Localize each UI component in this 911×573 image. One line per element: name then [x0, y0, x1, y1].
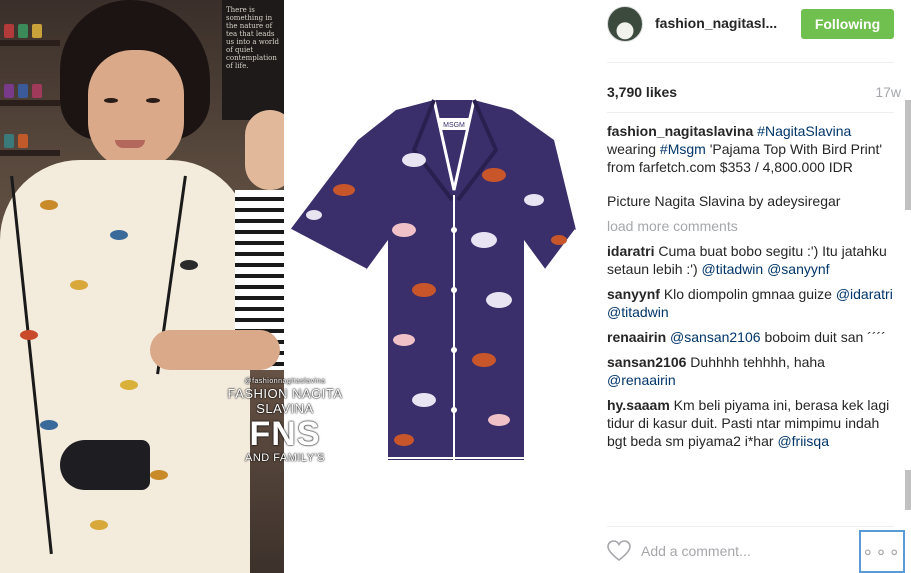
- caption-text: wearing: [607, 141, 657, 157]
- bird-print: [180, 260, 198, 270]
- hashtag-link[interactable]: #Msgm: [660, 141, 706, 157]
- smile: [115, 140, 145, 148]
- eye: [104, 98, 118, 103]
- scrollbar[interactable]: [905, 0, 911, 573]
- comment-input[interactable]: [641, 541, 851, 561]
- comment-bar: ∘∘∘: [592, 530, 911, 573]
- tea-tin: [18, 24, 28, 38]
- comment-text: Duhhhh tehhhh, haha: [690, 354, 825, 370]
- mention-link[interactable]: @renaairin: [607, 372, 676, 388]
- hashtag-link[interactable]: #NagitaSlavina: [757, 123, 851, 139]
- arm: [150, 330, 280, 370]
- tea-tin: [32, 84, 42, 98]
- more-options-button[interactable]: ∘∘∘: [859, 530, 905, 573]
- shelf: [0, 40, 60, 46]
- scrollbar-thumb[interactable]: [905, 100, 911, 210]
- shirt-label-text: MSGM: [443, 122, 465, 129]
- tea-tin: [4, 84, 14, 98]
- mention-link[interactable]: @idaratri: [836, 286, 893, 302]
- mention-link[interactable]: @sansan2106: [670, 329, 761, 345]
- post-age[interactable]: 17w: [875, 84, 901, 100]
- tea-tin: [32, 24, 42, 38]
- caption-username[interactable]: fashion_nagitaslavina: [607, 123, 753, 139]
- list-item: idaratri Cuma buat bobo segitu :') Itu j…: [607, 242, 894, 278]
- mention-link[interactable]: @friisqa: [777, 433, 829, 449]
- tea-tin: [18, 84, 28, 98]
- post-header: fashion_nagitasl... Following: [592, 0, 911, 62]
- likes-count[interactable]: 3,790 likes: [607, 84, 677, 100]
- bird-print: [40, 200, 58, 210]
- tea-tin: [4, 24, 14, 38]
- product-shirt-image: MSGM: [284, 0, 592, 573]
- comment-username[interactable]: sanyynf: [607, 286, 660, 302]
- scrollbar-thumb[interactable]: [905, 470, 911, 510]
- bird-print: [110, 230, 128, 240]
- child-head: [245, 110, 284, 190]
- shelf: [0, 100, 60, 106]
- comment-username[interactable]: idaratri: [607, 243, 654, 259]
- comment-username[interactable]: hy.saaam: [607, 397, 670, 413]
- bird-print: [70, 280, 88, 290]
- tea-tin: [18, 134, 28, 148]
- comment-text: Klo diompolin gmnaa guize: [663, 286, 832, 302]
- avatar[interactable]: [607, 6, 643, 42]
- divider: [607, 526, 894, 527]
- watermark: @fashionnagitaslavina FASHION NAGITA SLA…: [200, 378, 370, 464]
- post-sidebar: fashion_nagitasl... Following 3,790 like…: [592, 0, 911, 573]
- emoji-placeholder: ´´´´: [867, 329, 886, 345]
- watermark-name: FASHION NAGITA SLAVINA: [227, 386, 343, 416]
- shelf: [0, 150, 60, 156]
- bird-print: [150, 470, 168, 480]
- watermark-family: AND FAMILY'S: [244, 452, 326, 464]
- caption-credit: Picture Nagita Slavina by adeysiregar: [607, 192, 894, 210]
- list-item: renaairin @sansan2106 boboim duit san ´´…: [607, 328, 894, 346]
- list-item: sanyynf Klo diompolin gmnaa guize @idara…: [607, 285, 894, 321]
- caption: fashion_nagitaslavina #NagitaSlavina wea…: [607, 122, 894, 176]
- bird-print: [120, 380, 138, 390]
- mention-link[interactable]: @titadwin: [702, 261, 764, 277]
- post-photo[interactable]: There is something in the nature of tea …: [0, 0, 592, 573]
- watermark-handle: @fashionnagitaslavina: [244, 378, 326, 385]
- child-shoe: [60, 440, 150, 490]
- heart-outline-icon[interactable]: [607, 540, 631, 562]
- tea-tin: [4, 134, 14, 148]
- comment-username[interactable]: sansan2106: [607, 354, 686, 370]
- mention-link[interactable]: @sanyynf: [767, 261, 829, 277]
- quote-board: There is something in the nature of tea …: [222, 0, 284, 120]
- comment-text: boboim duit san: [764, 329, 864, 345]
- mention-link[interactable]: @titadwin: [607, 304, 669, 320]
- divider: [607, 112, 894, 113]
- bird-print: [90, 520, 108, 530]
- load-more-comments-link[interactable]: load more comments: [607, 217, 894, 235]
- username-link[interactable]: fashion_nagitasl...: [655, 15, 777, 31]
- credit-text: Picture Nagita Slavina by adeysiregar: [607, 193, 841, 209]
- photo-woman-and-child: There is something in the nature of tea …: [0, 0, 284, 573]
- watermark-logo: FNS: [249, 415, 321, 453]
- woman-face: [88, 50, 184, 170]
- comment-list: fashion_nagitaslavina #NagitaSlavina wea…: [607, 122, 894, 518]
- following-button[interactable]: Following: [801, 9, 894, 39]
- bird-print: [40, 420, 58, 430]
- list-item: hy.saaam Km beli piyama ini, berasa kek …: [607, 396, 894, 450]
- divider: [607, 62, 894, 63]
- navy-bird-print-shirt: MSGM: [289, 99, 578, 460]
- bird-print: [20, 330, 38, 340]
- comment-username[interactable]: renaairin: [607, 329, 666, 345]
- list-item: sansan2106 Duhhhh tehhhh, haha @renaairi…: [607, 353, 894, 389]
- eye: [146, 98, 160, 103]
